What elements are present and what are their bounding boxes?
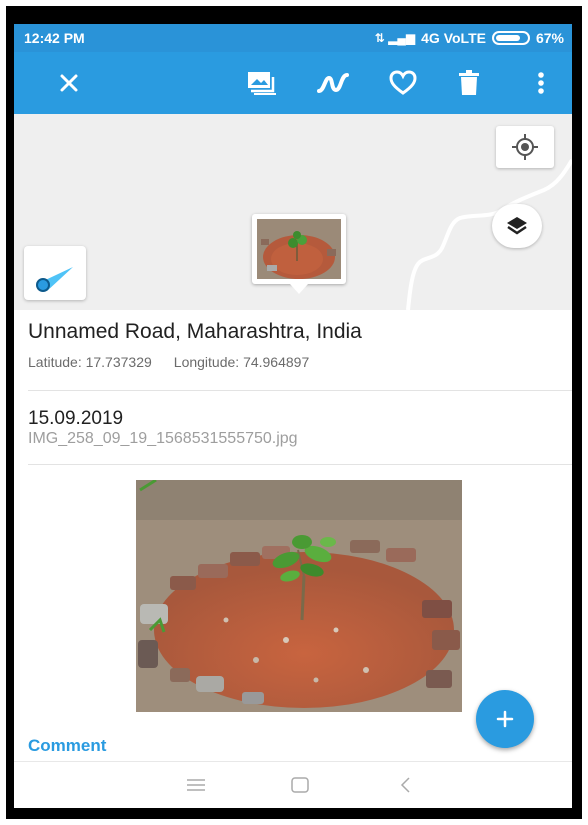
photo-filename: IMG_258_09_19_1568531555750.jpg xyxy=(28,430,298,447)
address-text: Unnamed Road, Maharashtra, India xyxy=(28,320,362,343)
divider xyxy=(28,464,572,465)
favorite-button[interactable] xyxy=(384,64,422,102)
layers-button[interactable] xyxy=(492,204,542,248)
toolbar xyxy=(14,52,572,114)
home-icon xyxy=(291,777,309,793)
status-bar: 12:42 PM ⇅ ▂▄▆ 4G VoLTE 67% xyxy=(14,24,572,52)
map-view[interactable] xyxy=(14,114,572,310)
more-button[interactable] xyxy=(522,64,560,102)
status-right: ⇅ ▂▄▆ 4G VoLTE 67% xyxy=(375,30,564,46)
photo-date: 15.09.2019 xyxy=(28,408,124,429)
app-screen: 12:42 PM ⇅ ▂▄▆ 4G VoLTE 67% Unnamed Road… xyxy=(14,24,572,808)
marker-thumbnail xyxy=(257,219,341,279)
battery-label: 67% xyxy=(535,30,564,46)
home-nav-button[interactable] xyxy=(288,774,312,796)
back-nav-button[interactable] xyxy=(394,774,418,796)
heart-icon xyxy=(389,70,417,95)
my-location-icon xyxy=(512,134,538,160)
add-fab-button[interactable] xyxy=(476,690,534,748)
trash-icon xyxy=(459,70,479,95)
close-icon xyxy=(60,74,78,92)
menu-nav-button[interactable] xyxy=(184,774,208,796)
compass-icon xyxy=(36,267,73,292)
close-button[interactable] xyxy=(50,64,88,102)
more-vert-icon xyxy=(538,72,544,94)
layers-icon xyxy=(507,217,527,235)
my-location-button[interactable] xyxy=(496,126,554,168)
track-button[interactable] xyxy=(314,64,352,102)
compass-button[interactable] xyxy=(24,246,86,300)
gallery-icon xyxy=(248,72,276,95)
track-icon xyxy=(317,73,349,93)
latitude-text: Latitude: 17.737329 xyxy=(28,354,152,370)
photo-preview[interactable] xyxy=(136,480,462,712)
status-time: 12:42 PM xyxy=(24,30,85,46)
signal-icon: ⇅ ▂▄▆ xyxy=(374,31,416,45)
system-nav-bar xyxy=(14,761,572,808)
back-icon xyxy=(400,777,410,793)
menu-icon xyxy=(187,779,205,791)
network-label: 4G VoLTE xyxy=(421,30,486,46)
divider xyxy=(28,390,572,391)
longitude-text: Longitude: 74.964897 xyxy=(173,354,310,370)
coordinates: Latitude: 17.737329 Longitude: 74.964897 xyxy=(28,354,331,370)
plus-icon xyxy=(496,710,514,728)
delete-button[interactable] xyxy=(450,64,488,102)
battery-icon xyxy=(491,31,530,45)
comment-label[interactable]: Comment xyxy=(28,736,106,756)
photo-marker[interactable] xyxy=(252,214,346,294)
gallery-button[interactable] xyxy=(242,64,280,102)
